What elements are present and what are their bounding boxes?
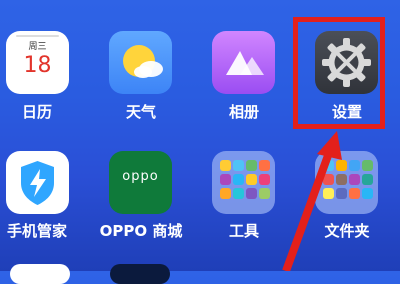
red-arrow-icon <box>282 131 342 271</box>
